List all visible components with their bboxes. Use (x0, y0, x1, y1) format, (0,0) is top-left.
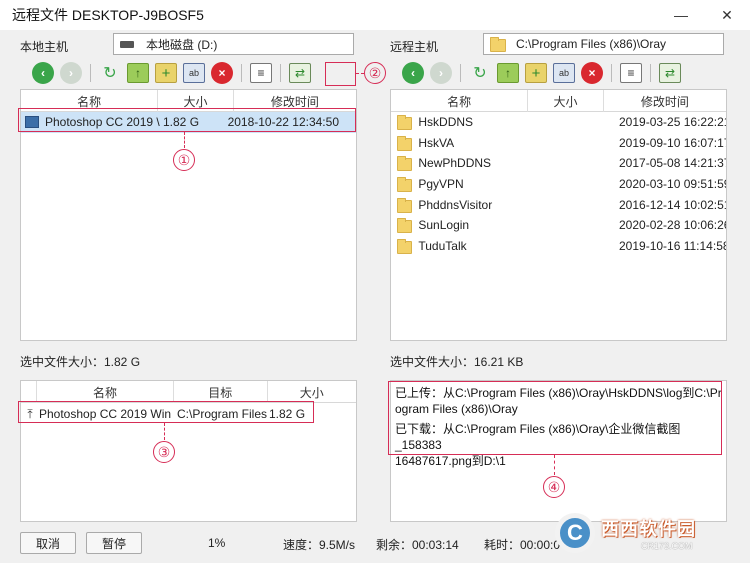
list-item[interactable]: PhddnsVisitor 2016-12-14 10:02:51 (391, 194, 726, 215)
toolbar-separator (650, 64, 651, 82)
back-icon[interactable]: ‹ (402, 62, 424, 84)
col-size[interactable]: 大小 (268, 381, 356, 403)
remote-host-label: 远程主机 (390, 40, 439, 54)
transfer-icon[interactable]: ⇄ (289, 63, 311, 83)
remote-path-box[interactable]: C:\Program Files (x86)\Oray (483, 33, 724, 55)
folder-icon (397, 135, 413, 151)
forward-icon[interactable]: › (60, 62, 82, 84)
properties-icon[interactable]: ≡ (250, 63, 272, 83)
window-title: 远程文件 DESKTOP-J9BOSF5 (12, 7, 204, 23)
annotation-box-3 (18, 401, 314, 423)
delete-icon[interactable]: × (581, 62, 603, 84)
col-size[interactable]: 大小 (528, 90, 604, 112)
elapsed-text: 耗时：00:00:0 (484, 538, 561, 552)
back-icon[interactable]: ‹ (32, 62, 54, 84)
toolbar-separator (280, 64, 281, 82)
annotation-line-4 (554, 455, 555, 475)
folder-icon (397, 197, 413, 213)
remote-path-text: C:\Program Files (x86)\Oray (516, 37, 667, 51)
toolbar-separator (460, 64, 461, 82)
annotation-line-1 (184, 132, 185, 148)
minimize-button[interactable]: — (658, 0, 704, 30)
new-folder-icon[interactable]: + (155, 63, 177, 83)
col-target[interactable]: 目标 (174, 381, 268, 403)
toolbar-separator (90, 64, 91, 82)
local-path-text: 本地磁盘 (D:) (146, 37, 218, 52)
local-selected-size: 选中文件大小：1.82 G (20, 355, 141, 369)
annotation-line-3 (164, 423, 165, 440)
folder-icon (397, 218, 413, 234)
folder-icon (490, 36, 506, 52)
local-path-box[interactable]: 本地磁盘 (D:) (113, 33, 354, 55)
properties-icon[interactable]: ≡ (620, 63, 642, 83)
annotation-4: ④ (543, 476, 565, 498)
col-modified[interactable]: 修改时间 (604, 90, 726, 112)
watermark-sub: CR173.COM (641, 541, 693, 551)
drive-icon (120, 40, 134, 48)
remaining-text: 剩余：00:03:14 (376, 538, 459, 552)
folder-icon (397, 177, 413, 193)
rename-icon[interactable]: ab (553, 63, 575, 83)
close-button[interactable]: ✕ (704, 0, 750, 30)
remote-selected-size: 选中文件大小：16.21 KB (390, 355, 524, 369)
annotation-box-2 (325, 62, 356, 86)
remote-toolbar: ‹ › ↻ ↑ + ab × ≡ ⇄ (402, 61, 681, 85)
transfer-icon[interactable]: ⇄ (659, 63, 681, 83)
toolbar-separator (611, 64, 612, 82)
list-item[interactable]: SunLogin 2020-02-28 10:06:26 (391, 215, 726, 236)
watermark-main: 西西软件园 (601, 519, 696, 539)
list-item[interactable]: PgyVPN 2020-03-10 09:51:59 (391, 174, 726, 195)
title-bar: 远程文件 DESKTOP-J9BOSF5 — ✕ (0, 0, 750, 30)
remote-file-list: 名称 大小 修改时间 HskDDNS 2019-03-25 16:22:21 Hsk… (390, 89, 727, 341)
up-folder-icon[interactable]: ↑ (127, 63, 149, 83)
annotation-box-4 (388, 381, 722, 455)
annotation-3: ③ (153, 441, 175, 463)
annotation-line-2 (356, 73, 364, 74)
delete-icon[interactable]: × (211, 62, 233, 84)
annotation-1: ① (173, 149, 195, 171)
toolbar-separator (241, 64, 242, 82)
list-item[interactable]: HskVA 2019-09-10 16:07:17 (391, 133, 726, 154)
folder-icon (397, 115, 413, 131)
rename-icon[interactable]: ab (183, 63, 205, 83)
list-item[interactable]: NewPhDDNS 2017-05-08 14:21:37 (391, 153, 726, 174)
new-folder-icon[interactable]: + (525, 63, 547, 83)
list-item[interactable]: HskDDNS 2019-03-25 16:22:21 (391, 112, 726, 133)
col-name[interactable]: 名称 (391, 90, 529, 112)
refresh-icon[interactable]: ↻ (469, 63, 491, 83)
col-name[interactable]: 名称 (37, 381, 175, 403)
pause-button[interactable]: 暂停 (86, 532, 142, 554)
folder-icon (397, 156, 413, 172)
forward-icon[interactable]: › (430, 62, 452, 84)
annotation-2: ② (364, 62, 386, 84)
watermark-c-icon: C (555, 513, 595, 553)
refresh-icon[interactable]: ↻ (99, 63, 121, 83)
progress-text: 1% (208, 536, 226, 550)
list-item[interactable]: TuduTalk 2019-10-16 11:14:58 (391, 236, 726, 257)
local-host-label: 本地主机 (20, 40, 69, 54)
speed-text: 速度：9.5M/s (283, 538, 356, 552)
local-toolbar: ‹ › ↻ ↑ + ab × ≡ ⇄ (32, 61, 311, 85)
annotation-box-1 (18, 108, 356, 132)
watermark-logo: C 西西软件园 CR173.COM (555, 510, 745, 556)
cancel-button[interactable]: 取消 (20, 532, 76, 554)
up-folder-icon[interactable]: ↑ (497, 63, 519, 83)
remote-rows: HskDDNS 2019-03-25 16:22:21 HskVA 2019-09-1… (391, 112, 726, 256)
log-line: 16487617.png到D:\1 (395, 454, 506, 468)
folder-icon (397, 238, 413, 254)
